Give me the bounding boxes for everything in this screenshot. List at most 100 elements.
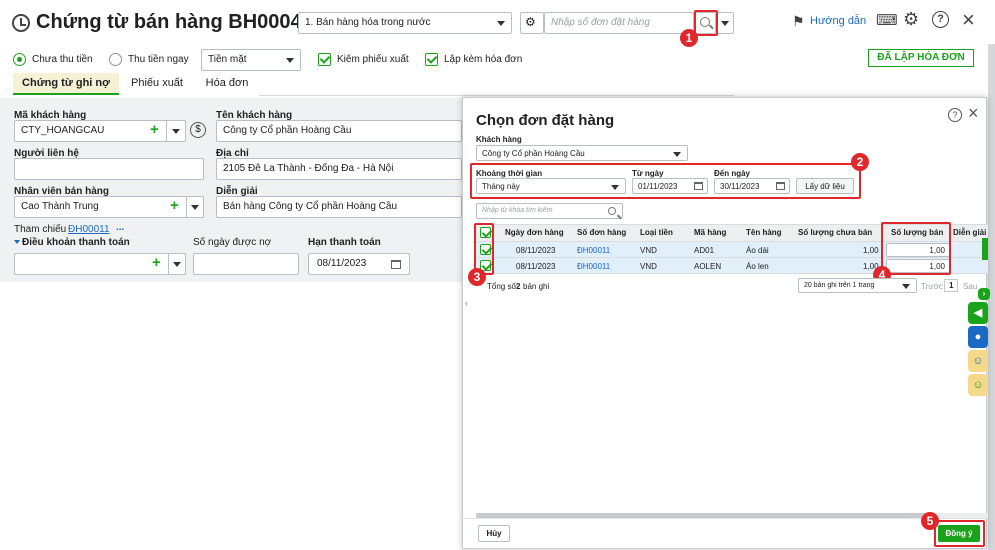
row-item-code: AOLEN — [694, 262, 722, 271]
tab-invoice[interactable]: Hóa đơn — [196, 77, 258, 89]
settings-small-button[interactable]: ⚙ — [520, 12, 544, 34]
row-currency: VND — [640, 246, 657, 255]
customer-code-dropdown[interactable] — [166, 120, 186, 142]
annotation-badge-5: 5 — [921, 512, 939, 530]
annotation-badge-1: 1 — [680, 29, 698, 47]
due-date-label: Hạn thanh toán — [308, 237, 381, 248]
side-tab[interactable] — [982, 238, 988, 260]
customer-name-input[interactable]: Công ty Cổ phần Hoàng Cầu — [216, 120, 462, 142]
column-header-order-date: Ngày đơn hàng — [505, 228, 564, 237]
dialog-title: Chọn đơn đặt hàng — [476, 112, 615, 129]
invoice-checkbox[interactable] — [425, 53, 438, 66]
row-item-name: Áo len — [746, 262, 769, 271]
gear-icon: ⚙ — [525, 15, 536, 29]
gear-icon[interactable]: ⚙ — [903, 9, 919, 30]
delivery-note-label: Kiêm phiếu xuất — [337, 54, 409, 65]
row-order-no[interactable]: ĐH00011 — [577, 246, 610, 255]
dialog-customer-label: Khách hàng — [476, 135, 522, 144]
page-size-select[interactable]: 20 bản ghi trên 1 trang — [798, 278, 917, 293]
chevron-down-icon — [173, 262, 181, 267]
dialog-customer-select[interactable]: Công ty Cổ phần Hoàng Cầu — [476, 145, 688, 161]
customer-name-value: Công ty Cổ phần Hoàng Cầu — [223, 125, 352, 136]
add-payment-terms-icon[interactable]: + — [152, 255, 161, 270]
cancel-button[interactable]: Hủy — [478, 525, 510, 542]
chevron-down-icon — [497, 21, 505, 26]
chevron-down-icon — [902, 284, 910, 289]
close-icon[interactable]: × — [962, 7, 975, 33]
salesperson-value: Cao Thành Trung — [21, 201, 99, 212]
annotation-badge-3: 3 — [468, 268, 486, 286]
chevron-right-icon[interactable]: › — [978, 288, 990, 300]
annotation-badge-2: 2 — [851, 153, 869, 171]
sale-type-select[interactable]: 1. Bán hàng hóa trong nước — [298, 12, 512, 34]
close-icon[interactable]: × — [968, 103, 979, 124]
search-icon[interactable] — [608, 207, 616, 215]
add-salesperson-icon[interactable]: + — [170, 198, 179, 213]
help-link[interactable]: Hướng dẫn — [810, 15, 866, 27]
column-header-description: Diễn giải — [953, 228, 987, 237]
row-unsold-qty: 1,00 — [863, 246, 879, 255]
column-header-item-code: Mã hàng — [694, 228, 727, 237]
column-header-item-name: Tên hàng — [746, 228, 782, 237]
current-page[interactable]: 1 — [944, 279, 959, 292]
debt-days-label: Số ngày được nợ — [193, 237, 272, 248]
prev-page-button[interactable]: Trước — [921, 282, 943, 291]
dialog-footer-divider — [463, 518, 986, 519]
calendar-icon[interactable] — [391, 260, 401, 269]
dialog-search-input[interactable]: Nhập từ khóa tìm kiếm — [476, 203, 623, 219]
bot-icon[interactable]: ☺ — [968, 374, 988, 396]
customer-code-value: CTY_HOANGCAU — [21, 125, 105, 136]
paid-now-radio[interactable] — [109, 53, 122, 66]
dialog-customer-value: Công ty Cổ phần Hoàng Cầu — [482, 149, 585, 158]
row-order-date: 08/11/2023 — [516, 246, 556, 255]
dollar-icon[interactable]: $ — [190, 122, 206, 138]
help-icon[interactable]: ? — [932, 11, 949, 28]
keyboard-icon[interactable]: ⌨ — [876, 11, 898, 29]
unpaid-radio[interactable] — [13, 53, 26, 66]
highlight-date-filter — [470, 163, 861, 199]
description-input[interactable]: Bán hàng Công ty Cổ phần Hoàng Cầu — [216, 196, 462, 218]
next-page-button[interactable]: Sau — [963, 282, 977, 291]
add-customer-icon[interactable]: + — [150, 122, 159, 137]
collapse-icon[interactable] — [14, 240, 20, 244]
total-label: Tổng số: — [487, 282, 519, 291]
sale-type-value: 1. Bán hàng hóa trong nước — [305, 17, 431, 28]
customer-code-input[interactable]: CTY_HOANGCAU — [14, 120, 186, 142]
row-item-name: Áo dài — [746, 246, 769, 255]
collapse-left-icon[interactable]: ‹ — [465, 298, 468, 308]
chevron-down-icon — [172, 129, 180, 134]
order-search-input[interactable]: Nhập số đơn đặt hàng — [544, 12, 694, 34]
delivery-note-checkbox[interactable] — [318, 53, 331, 66]
column-header-unsold-qty: Số lượng chưa bán — [798, 228, 873, 237]
tab-delivery-note[interactable]: Phiếu xuất — [124, 77, 190, 89]
chat-icon[interactable]: ● — [968, 326, 988, 348]
salesperson-dropdown[interactable] — [186, 196, 204, 218]
reference-more-button[interactable]: ... — [116, 222, 124, 233]
total-unit: bản ghi — [523, 282, 550, 291]
description-value: Bán hàng Công ty Cổ phần Hoàng Cầu — [223, 201, 398, 212]
choose-order-dialog: Chọn đơn đặt hàng ? × Khách hàng Công ty… — [462, 97, 988, 549]
tab-debit-voucher[interactable]: Chứng từ ghi nợ — [13, 73, 119, 95]
address-input[interactable]: 2105 Đê La Thành - Đống Đa - Hà Nội — [216, 158, 462, 180]
due-date-value: 08/11/2023 — [317, 258, 367, 269]
row-order-no[interactable]: ĐH00011 — [577, 262, 610, 271]
debt-days-input[interactable] — [193, 253, 299, 275]
page-size-value: 20 bản ghi trên 1 trang — [804, 282, 875, 289]
order-search-placeholder: Nhập số đơn đặt hàng — [551, 17, 650, 28]
payment-terms-dropdown[interactable] — [168, 253, 186, 275]
announcement-icon[interactable]: ◀ — [968, 302, 988, 324]
payment-method-value: Tiền mặt — [208, 54, 247, 65]
contact-input[interactable] — [14, 158, 204, 180]
order-search-dropdown[interactable] — [716, 12, 734, 34]
reference-link[interactable]: ĐH00011 — [68, 224, 110, 235]
history-icon[interactable] — [12, 14, 30, 32]
chevron-down-icon — [673, 152, 681, 157]
reference-label: Tham chiếu — [14, 224, 67, 235]
chevron-down-icon — [721, 21, 729, 26]
page-title: Chứng từ bán hàng BH00047 — [36, 11, 313, 33]
help-icon[interactable]: ? — [948, 108, 962, 122]
assistant-icon[interactable]: ☺ — [968, 350, 988, 372]
payment-method-select[interactable]: Tiền mặt — [201, 49, 301, 71]
address-value: 2105 Đê La Thành - Đống Đa - Hà Nội — [223, 163, 394, 174]
invoice-status-badge: ĐÃ LẬP HÓA ĐƠN — [868, 49, 974, 67]
